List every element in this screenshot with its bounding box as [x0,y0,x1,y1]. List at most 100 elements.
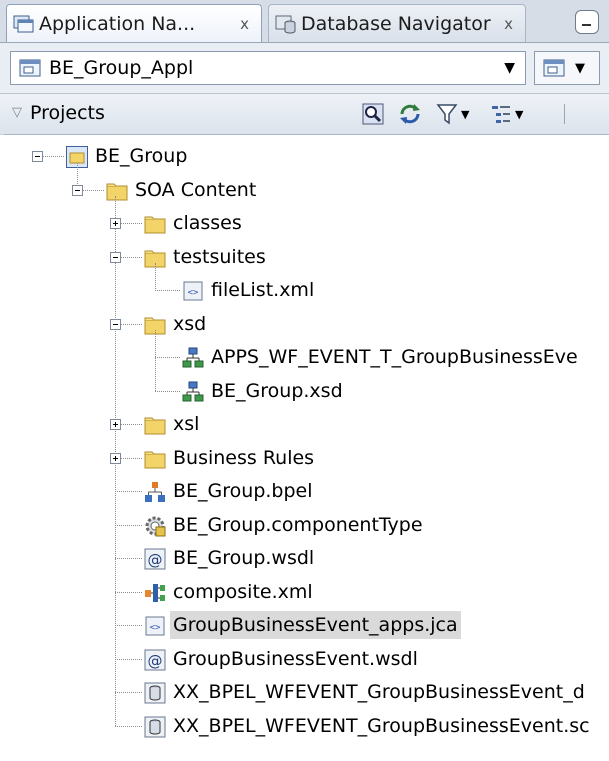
tree-item-label: GroupBusinessEvent.wsdl [173,647,418,670]
chevron-down-icon: ▼ [504,60,515,76]
tab-application-navigator[interactable]: Application Na... x [6,4,262,42]
folder-icon [144,451,166,468]
find-button[interactable] [362,102,384,126]
tree-item[interactable]: @ GroupBusinessEvent.wsdl [0,643,609,676]
minimize-button[interactable] [575,10,599,34]
tree-item-label: BE_Group.bpel [173,480,313,502]
application-navigator-icon [13,15,34,32]
tree-view-icon [492,106,510,123]
tree-item-label: fileList.xml [211,279,315,301]
application-select[interactable]: BE_Group_Appl ▼ [10,51,526,85]
tree-item[interactable]: @ BE_Group.wsdl [0,542,609,575]
tree-node[interactable]: SOA Content [0,174,609,207]
application-icon [19,59,41,77]
tree-item-label: GroupBusinessEvent_apps.jca [170,611,461,639]
component-type-icon [145,516,166,536]
folder-icon [144,216,166,234]
expand-icon[interactable] [110,419,121,430]
tree-node[interactable]: xsd [0,308,609,341]
close-tab-icon[interactable]: x [240,15,249,33]
expand-icon[interactable] [110,218,121,229]
folder-icon [106,183,128,200]
tree-item[interactable]: BE_Group.xsd [0,375,609,408]
folder-icon [144,417,166,435]
collapse-panel-icon[interactable]: ▽ [12,105,22,120]
tree-item[interactable]: <> fileList.xml [0,274,609,307]
tree-connector [115,591,142,593]
tree-connector [155,357,180,358]
expand-icon[interactable] [110,452,121,464]
tree-connector [155,390,180,392]
tree-item-label: BE_Group.wsdl [173,547,315,569]
tree-item-label: BE_Group [95,145,188,167]
refresh-icon [400,104,420,124]
chevron-down-icon: ▼ [515,107,524,121]
collapse-icon[interactable] [110,318,121,330]
navigator-tab-strip: Application Na... x Database Navigator x [0,0,609,43]
bpel-icon [145,482,165,502]
tree-item[interactable]: XX_BPEL_WFEVENT_GroupBusinessEvent.sc [0,710,609,743]
database-icon [144,682,166,704]
tree-connector [115,524,142,526]
project-tree: BE_Group SOA Content classes testsuites <> fi… [0,135,609,761]
tree-connector [115,558,142,559]
close-tab-icon[interactable]: x [504,15,513,33]
tree-connector [115,491,142,492]
xml-file-icon: <> [145,616,165,636]
application-toolbar: BE_Group_Appl ▼ ▼ [0,43,609,94]
view-options-button[interactable]: ▼ [490,102,523,126]
tree-item[interactable]: APPS_WF_EVENT_T_GroupBusinessEve [0,341,609,374]
tree-item[interactable]: BE_Group.bpel [0,475,609,508]
tree-item-label: BE_Group.xsd [211,379,343,402]
wsdl-icon: @ [144,649,166,670]
tree-node[interactable]: testsuites [0,241,609,274]
filter-icon [436,104,458,125]
database-icon [144,716,166,737]
projects-panel-header: ▽ Projects ▼ ▼ [0,94,609,135]
collapse-icon[interactable] [110,251,121,263]
filter-button[interactable]: ▼ [436,102,469,126]
tree-item-label: BE_Group.componentType [173,513,423,536]
tree-item[interactable]: composite.xml [0,576,609,609]
schema-icon [182,347,204,368]
tab-label: Database Navigator [301,12,491,35]
tab-database-navigator[interactable]: Database Navigator x [268,4,526,42]
schema-icon [182,381,204,401]
tree-item-label: testsuites [173,245,266,268]
svg-text:<>: <> [188,288,199,298]
xml-file-icon: <> [183,281,203,301]
tree-item-label: SOA Content [135,178,257,201]
tree-item[interactable]: XX_BPEL_WFEVENT_GroupBusinessEvent_d [0,676,609,709]
composite-icon [145,583,165,602]
tree-item[interactable]: BE_Group.componentType [0,509,609,542]
tree-item-label: xsd [173,312,207,335]
projects-title: Projects [30,102,105,124]
tree-item-label: APPS_WF_EVENT_T_GroupBusinessEve [211,346,578,368]
tree-item-label: classes [173,212,242,234]
collapse-icon[interactable] [72,184,83,196]
search-icon [362,103,384,125]
tree-item-label: XX_BPEL_WFEVENT_GroupBusinessEvent.sc [173,714,590,737]
tree-node[interactable]: classes [0,207,609,240]
application-menu-icon [543,59,565,77]
tree-connector [115,658,142,660]
tree-node[interactable]: BE_Group [0,140,609,173]
tree-connector [115,625,142,626]
application-name: BE_Group_Appl [49,57,194,79]
tree-node[interactable]: xsl [0,408,609,441]
tree-node[interactable]: Business Rules [0,442,609,475]
collapse-icon[interactable] [32,151,43,162]
tree-item[interactable]: <> GroupBusinessEvent_apps.jca [0,609,609,642]
tree-item-label: Business Rules [173,446,315,469]
sync-button[interactable] [398,102,422,126]
toolbar-separator [564,104,565,124]
chevron-down-icon: ▼ [575,60,585,76]
application-menu-button[interactable]: ▼ [534,51,600,85]
tree-connector [155,290,180,291]
svg-text:@: @ [148,652,163,670]
svg-text:<>: <> [150,623,161,633]
svg-text:@: @ [148,551,163,569]
tree-item-label: composite.xml [173,580,313,603]
database-navigator-icon [275,15,296,33]
tree-connector [115,692,142,693]
